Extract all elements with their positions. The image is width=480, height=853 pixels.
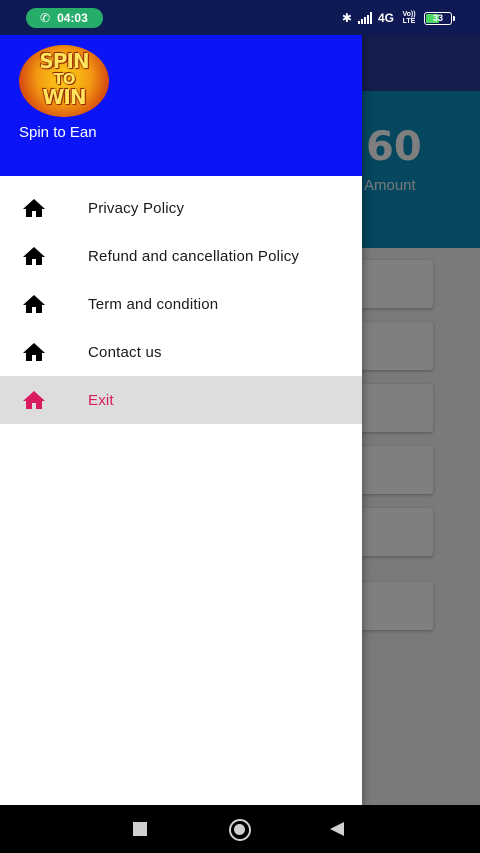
menu-item-contact-us[interactable]: Contact us [0,328,362,376]
drawer-menu: Privacy Policy Refund and cancellation P… [0,184,362,424]
home-icon [23,199,45,217]
menu-item-label: Exit [88,391,114,409]
menu-item-label: Contact us [88,343,162,361]
home-icon [23,391,45,409]
battery-icon: 33 [424,11,455,25]
phone-icon: ✆ [40,11,51,25]
menu-item-privacy-policy[interactable]: Privacy Policy [0,184,362,232]
back-button[interactable] [330,822,344,836]
menu-item-terms[interactable]: Term and condition [0,280,362,328]
menu-item-exit[interactable]: Exit [0,376,362,424]
system-nav-bar [0,805,480,853]
battery-level: 33 [432,13,443,23]
bluetooth-icon: ✱ [341,11,352,25]
app-name: Spin to Ean [19,124,97,141]
volte-indicator: Vo)) LTE [402,11,416,25]
status-icons: ✱ 4G Vo)) LTE 33 [341,8,455,28]
menu-item-label: Privacy Policy [88,199,185,217]
menu-item-label: Refund and cancellation Policy [88,247,300,265]
logo-word-1: SPIN [39,49,89,73]
app-logo: SPIN TO WIN [19,45,109,117]
home-icon [23,295,45,313]
home-icon [23,247,45,265]
menu-item-label: Term and condition [88,295,219,313]
signal-icon [357,12,372,24]
status-bar: ✆ 04:03 ✱ 4G Vo)) LTE 33 [0,0,480,35]
status-time: 04:03 [57,11,88,25]
home-button[interactable] [229,819,251,841]
logo-word-3: WIN [42,85,86,109]
drawer-header: SPIN TO WIN Spin to Ean [0,35,362,176]
navigation-drawer: SPIN TO WIN Spin to Ean Privacy Policy R… [0,0,362,805]
ongoing-call-chip[interactable]: ✆ 04:03 [26,8,103,28]
home-icon [23,343,45,361]
recents-button[interactable] [133,822,147,836]
menu-item-refund-policy[interactable]: Refund and cancellation Policy [0,232,362,280]
network-type: 4G [377,11,394,25]
